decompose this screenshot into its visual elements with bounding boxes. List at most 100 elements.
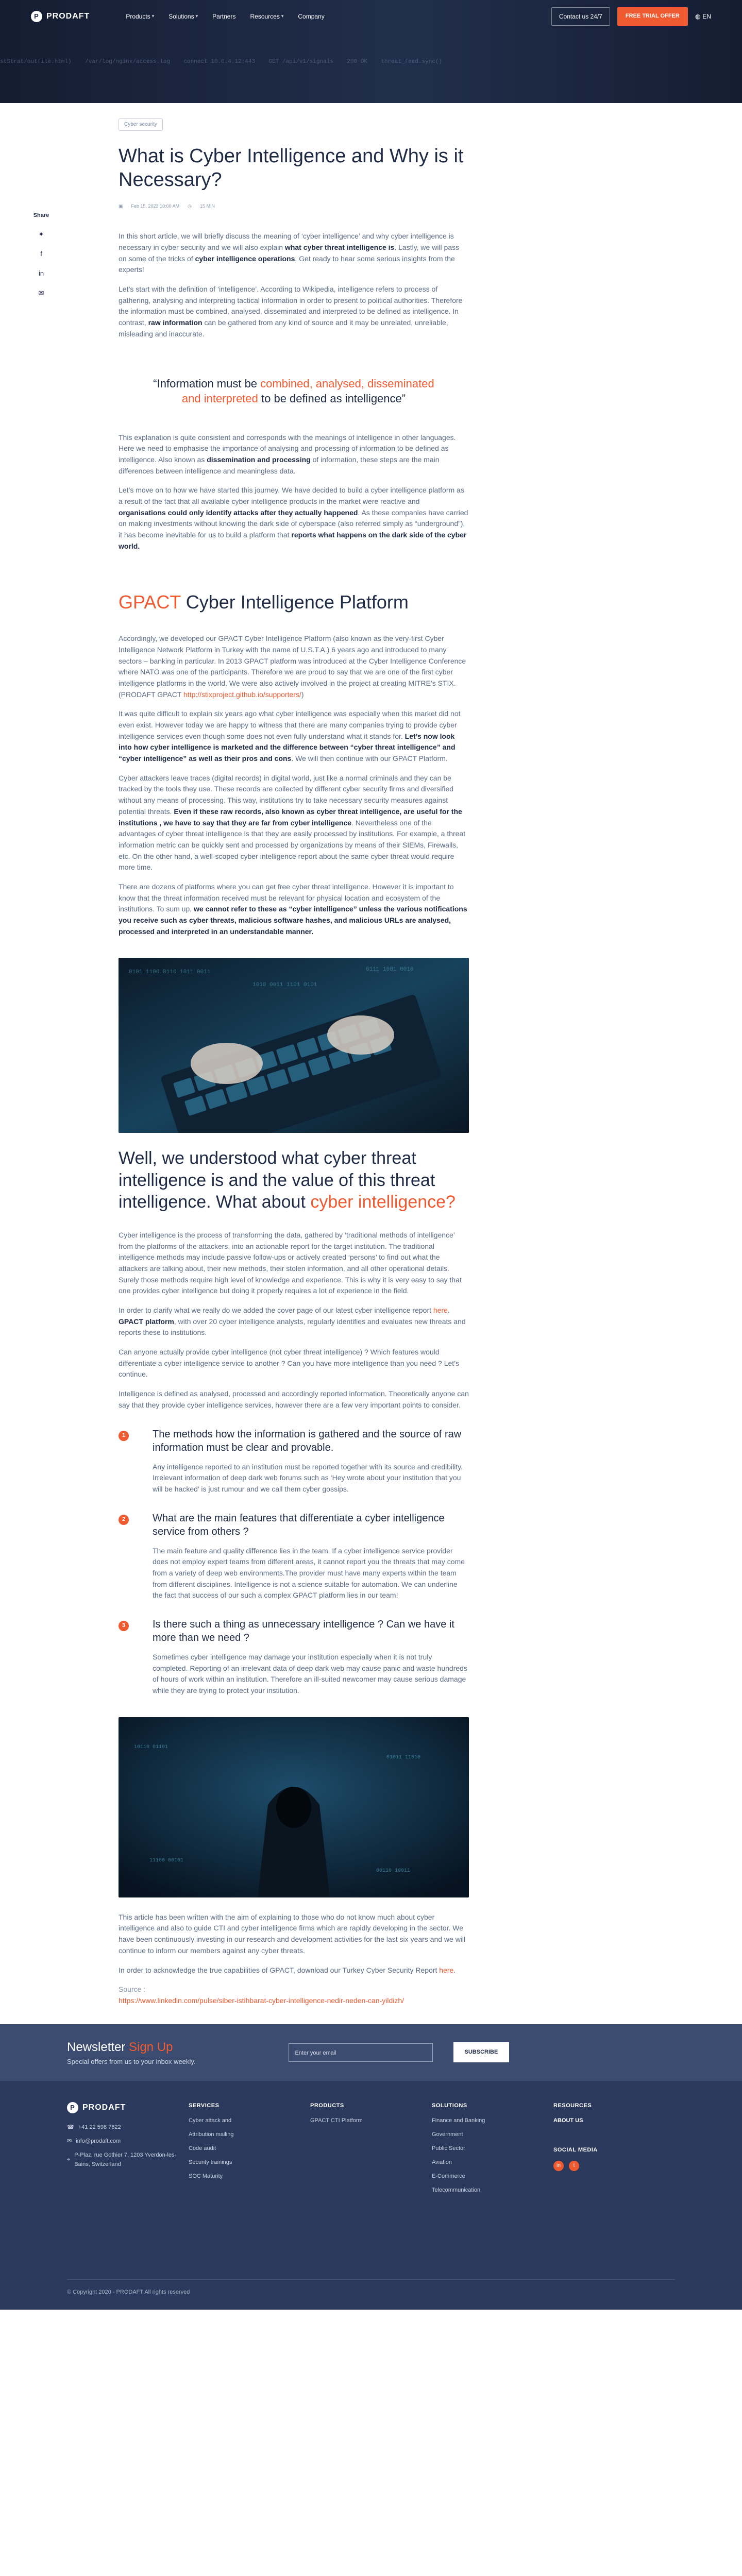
phone-row[interactable]: ☎ +41 22 598 7622: [67, 2123, 189, 2132]
svg-text:1010 0011 1101 0101: 1010 0011 1101 0101: [252, 982, 317, 988]
paragraph-download: In order to acknowledge the true capabil…: [119, 1965, 456, 1974]
logo-icon: P: [67, 2102, 78, 2113]
copyright: © Copyright 2020 - PRODAFT All rights re…: [67, 2279, 675, 2297]
page-title: What is Cyber Intelligence and Why is it…: [119, 145, 464, 191]
nav-actions: Contact us 24/7 FREE TRIAL OFFER ◍ EN: [551, 7, 711, 26]
footer-contact: P PRODAFT ☎ +41 22 598 7622 ✉ info@prodaft.…: [67, 2102, 189, 2200]
footer-link[interactable]: GPACT CTI Platform: [310, 2116, 432, 2125]
footer-link[interactable]: SOC Maturity: [189, 2172, 310, 2181]
footer-link[interactable]: Cyber attack and: [189, 2116, 310, 2125]
footer-link[interactable]: E-Commerce: [432, 2172, 553, 2181]
paragraph-explanation: This explanation is quite consistent and…: [119, 433, 456, 475]
chevron-down-icon: ▾: [151, 13, 155, 19]
article: Share ✦ f in ✉ Cyber security What is Cy…: [33, 103, 469, 2007]
logo-text: PRODAFT: [46, 11, 90, 21]
location-icon: ⌖: [67, 2156, 71, 2163]
faq-title: What are the main features that differen…: [153, 1512, 445, 1537]
paragraph-market: It was quite difficult to explain six ye…: [119, 709, 461, 763]
download-link[interactable]: here: [439, 1966, 453, 1974]
footer-link[interactable]: Finance and Banking: [432, 2116, 553, 2125]
number-badge: 1: [119, 1430, 129, 1441]
footer-link[interactable]: Attribution mailing: [189, 2130, 310, 2139]
share-bar: Share ✦ f in ✉: [31, 211, 52, 299]
footer-link[interactable]: Security trainings: [189, 2158, 310, 2167]
paragraph-report: In order to clarify what we really do we…: [119, 1306, 466, 1337]
nav-resources[interactable]: Resources ▾: [250, 12, 283, 22]
contact-button[interactable]: Contact us 24/7: [551, 7, 610, 26]
faq-text: Any intelligence reported to an institut…: [153, 1462, 463, 1493]
linkedin-icon[interactable]: in: [553, 2160, 564, 2171]
mail-icon: ✉: [67, 2138, 72, 2145]
newsletter-title: Newsletter Sign Up: [67, 2040, 173, 2054]
chevron-down-icon: ▾: [195, 13, 198, 19]
language-selector[interactable]: ◍ EN: [695, 12, 711, 22]
faq-item-1: 1 The methods how the information is gat…: [119, 1428, 469, 1495]
paragraph-traces: Cyber attackers leave traces (digital re…: [119, 773, 466, 872]
top-nav: P PRODAFT Products ▾ Solutions ▾ Partners …: [0, 0, 742, 33]
address-row: ⌖ P-Plaz, rue Gothier 7, 1203 Yverdon-les…: [67, 2152, 177, 2167]
svg-text:11100 00101: 11100 00101: [149, 1858, 183, 1863]
footer-link[interactable]: Telecommunication: [432, 2186, 553, 2195]
hero-code-strip: stStrat/outfile.html) /var/log/nginx/acc…: [0, 59, 443, 65]
linkedin-icon[interactable]: in: [37, 268, 45, 279]
social-links: in t: [553, 2160, 675, 2171]
faq-item-3: 3 Is there such a thing as unnecessary i…: [119, 1618, 469, 1697]
footer-link[interactable]: Public Sector: [432, 2144, 553, 2153]
report-link[interactable]: here: [433, 1306, 448, 1314]
number-badge: 2: [119, 1514, 129, 1525]
newsletter-section: Newsletter Sign Up Special offers from u…: [0, 2024, 742, 2081]
main-menu: Products ▾ Solutions ▾ Partners Resources ▾…: [126, 12, 324, 22]
footer-link[interactable]: Aviation: [432, 2158, 553, 2167]
prodaft-logo[interactable]: P PRODAFT: [31, 10, 90, 23]
mail-icon[interactable]: ✉: [37, 288, 45, 298]
pull-quote: “Information must be combined, analysed,…: [153, 377, 434, 405]
footer-link[interactable]: Code audit: [189, 2144, 310, 2153]
newsletter-subtitle: Special offers from us to your inbox wee…: [67, 2058, 196, 2066]
facebook-icon[interactable]: f: [37, 249, 45, 259]
footer-link[interactable]: Government: [432, 2130, 553, 2139]
site-footer: P PRODAFT ☎ +41 22 598 7622 ✉ info@prodaft.…: [0, 2080, 742, 2310]
source-link[interactable]: https://www.linkedin.com/pulse/siber-ist…: [119, 1995, 469, 2007]
faq-title: The methods how the information is gathe…: [153, 1428, 462, 1453]
footer-link[interactable]: ABOUT US: [553, 2116, 675, 2125]
newsletter-text: Newsletter Sign Up Special offers from u…: [67, 2038, 196, 2067]
hacker-keyboard-image: 0101 1100 0110 1011 0011 1010 0011 1101 0…: [119, 958, 469, 1133]
nav-products[interactable]: Products ▾: [126, 12, 154, 22]
svg-text:0111 1001 0010: 0111 1001 0010: [366, 967, 413, 973]
svg-text:10110 01101: 10110 01101: [134, 1744, 168, 1750]
clock-icon: ◷: [188, 204, 192, 209]
twitter-icon[interactable]: ✦: [37, 229, 45, 240]
footer-solutions: SOLUTIONS Finance and Banking Government…: [432, 2102, 553, 2200]
nav-solutions[interactable]: Solutions ▾: [168, 12, 198, 22]
calendar-icon: ▣: [119, 204, 123, 209]
footer-columns: P PRODAFT ☎ +41 22 598 7622 ✉ info@prodaft.…: [67, 2102, 675, 2200]
faq-text: Sometimes cyber intelligence may damage …: [153, 1653, 467, 1695]
keyboard-illustration: 0101 1100 0110 1011 0011 1010 0011 1101 0…: [119, 958, 469, 1133]
category-tag[interactable]: Cyber security: [119, 118, 163, 131]
publish-date: Feb 15, 2023 10:00 AM: [131, 204, 180, 209]
footer-logo[interactable]: P PRODAFT: [67, 2102, 189, 2114]
faq-item-2: 2 What are the main features that differ…: [119, 1512, 469, 1601]
nav-partners[interactable]: Partners: [212, 12, 235, 22]
reading-time: 15 MIN: [199, 204, 215, 209]
chevron-down-icon: ▾: [281, 13, 284, 19]
logo-icon: P: [31, 10, 42, 22]
paragraph-theory: Intelligence is defined as analysed, pro…: [119, 1389, 469, 1409]
share-label: Share: [33, 212, 49, 218]
section-heading-cyber-intelligence: Well, we understood what cyber threat in…: [119, 1148, 456, 1212]
email-row[interactable]: ✉ info@prodaft.com: [67, 2137, 189, 2146]
paragraph-platform: Accordingly, we developed our GPACT Cybe…: [119, 634, 466, 699]
twitter-icon[interactable]: t: [569, 2160, 579, 2171]
nav-company[interactable]: Company: [298, 12, 324, 22]
hooded-hacker-image: 10110 01101 01011 11010 11100 00101 00110 1…: [119, 1717, 469, 1897]
stix-link[interactable]: http://stixproject.github.io/supporters/: [183, 690, 301, 699]
subscribe-button[interactable]: SUBSCRIBE: [453, 2042, 510, 2063]
svg-text:00110 10011: 00110 10011: [376, 1868, 410, 1874]
svg-text:0101 1100 0110 1011 0011: 0101 1100 0110 1011 0011: [129, 969, 211, 975]
paragraph-conclusion: This article has been written with the a…: [119, 1912, 466, 1955]
free-trial-button[interactable]: FREE TRIAL OFFER: [617, 7, 688, 26]
paragraph-question: Can anyone actually provide cyber intell…: [119, 1348, 460, 1379]
email-field[interactable]: Enter your email: [288, 2043, 433, 2062]
faq-text: The main feature and quality difference …: [153, 1546, 465, 1600]
paragraph-ci-process: Cyber intelligence is the process of tra…: [119, 1230, 462, 1295]
